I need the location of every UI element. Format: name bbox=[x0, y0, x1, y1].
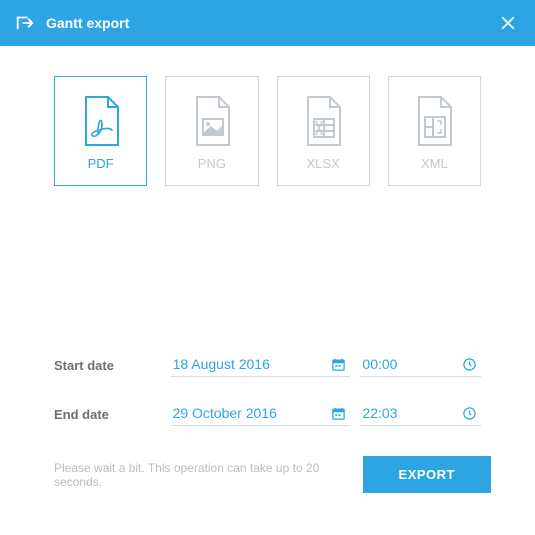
clock-icon bbox=[462, 357, 477, 372]
clock-icon bbox=[462, 406, 477, 421]
start-date-row: Start date 18 August 2016 00:00 bbox=[54, 356, 481, 377]
dialog-header: Gantt export bbox=[0, 0, 535, 46]
format-options: PDF PNG XLSX bbox=[0, 46, 535, 186]
close-button[interactable] bbox=[495, 10, 521, 36]
export-button[interactable]: EXPORT bbox=[363, 456, 491, 493]
dialog-footer: Please wait a bit. This operation can ta… bbox=[0, 456, 535, 493]
end-date-input[interactable]: 29 October 2016 bbox=[171, 405, 351, 426]
date-range-section: Start date 18 August 2016 00:00 End date… bbox=[0, 356, 535, 426]
export-icon bbox=[14, 12, 36, 34]
calendar-icon bbox=[331, 357, 346, 372]
wait-message: Please wait a bit. This operation can ta… bbox=[54, 461, 363, 489]
start-date-input[interactable]: 18 August 2016 bbox=[171, 356, 351, 377]
end-time-input[interactable]: 22:03 bbox=[360, 405, 481, 426]
format-label: XLSX bbox=[307, 156, 340, 171]
format-option-xlsx[interactable]: XLSX bbox=[277, 76, 370, 186]
pdf-file-icon bbox=[80, 92, 122, 150]
end-date-row: End date 29 October 2016 22:03 bbox=[54, 405, 481, 426]
calendar-icon bbox=[331, 406, 346, 421]
xml-file-icon bbox=[413, 92, 455, 150]
format-option-xml[interactable]: XML bbox=[388, 76, 481, 186]
end-time-value: 22:03 bbox=[362, 405, 462, 421]
format-label: PDF bbox=[88, 156, 114, 171]
png-file-icon bbox=[191, 92, 233, 150]
format-label: XML bbox=[421, 156, 448, 171]
xlsx-file-icon bbox=[302, 92, 344, 150]
start-date-value: 18 August 2016 bbox=[173, 356, 332, 372]
end-date-value: 29 October 2016 bbox=[173, 405, 332, 421]
format-option-png[interactable]: PNG bbox=[165, 76, 258, 186]
start-time-value: 00:00 bbox=[362, 356, 462, 372]
start-time-input[interactable]: 00:00 bbox=[360, 356, 481, 377]
end-date-label: End date bbox=[54, 407, 171, 426]
format-option-pdf[interactable]: PDF bbox=[54, 76, 147, 186]
format-label: PNG bbox=[198, 156, 226, 171]
dialog-title: Gantt export bbox=[46, 15, 495, 31]
start-date-label: Start date bbox=[54, 358, 171, 377]
